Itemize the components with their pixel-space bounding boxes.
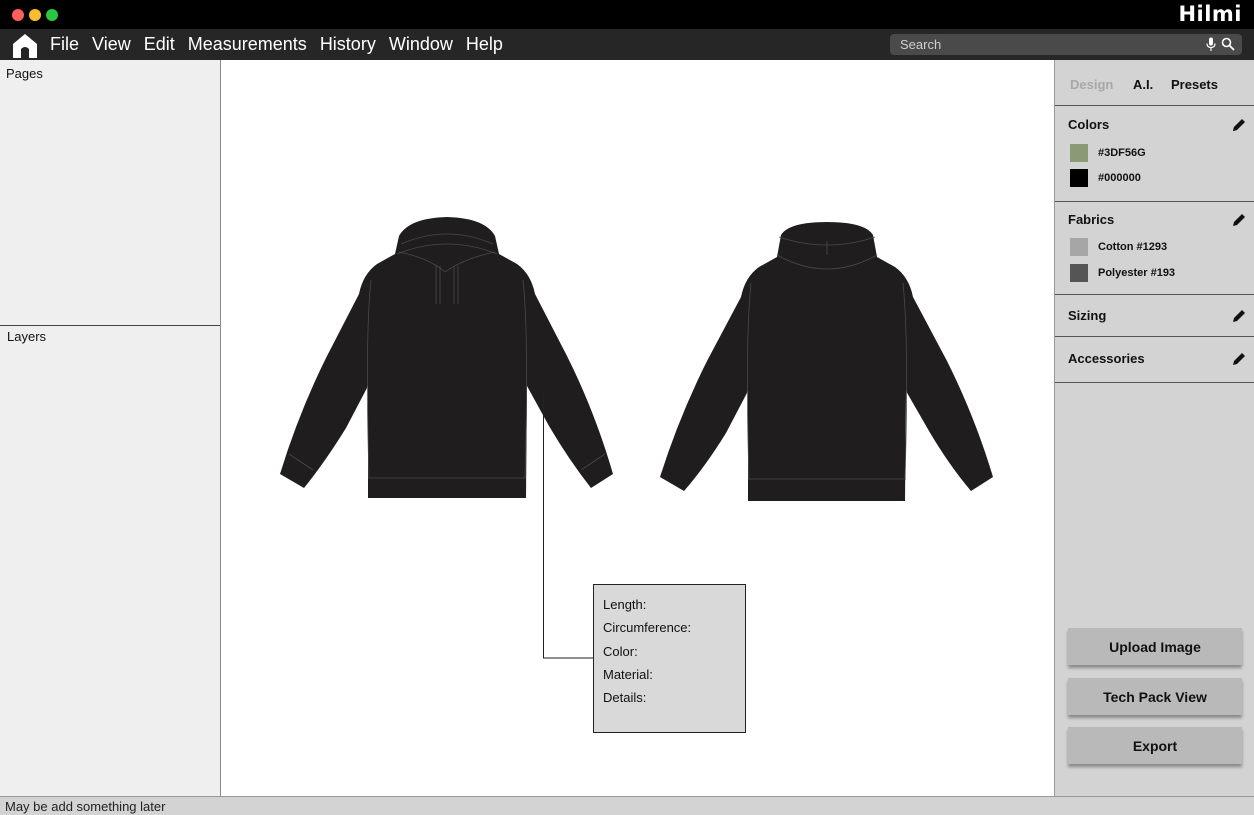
export-button[interactable]: Export [1068,727,1242,764]
fabric-swatch-row[interactable]: Cotton #1293 [1070,238,1167,256]
menu-view[interactable]: View [92,34,131,55]
edit-colors-pencil-icon[interactable] [1231,117,1247,133]
menu-help[interactable]: Help [466,34,503,55]
search-input[interactable] [890,34,1200,55]
fabric-swatch[interactable] [1070,264,1088,282]
menu-history[interactable]: History [320,34,376,55]
fabric-swatch-row[interactable]: Polyester #193 [1070,264,1175,282]
menu-file[interactable]: File [50,34,79,55]
accessories-section[interactable]: Accessories [1055,337,1254,383]
fabrics-section: Fabrics Cotton #1293 Polyester #193 [1055,202,1254,295]
color-swatch-row[interactable]: #000000 [1070,169,1141,187]
title-bar: Hilmi [0,0,1254,29]
info-material-label: Material: [603,666,653,682]
accessories-section-title: Accessories [1068,351,1145,366]
fabrics-section-title: Fabrics [1068,212,1115,227]
info-color-label: Color: [603,643,638,659]
color-swatch-label: #000000 [1098,172,1141,184]
tab-design[interactable]: Design [1070,77,1113,92]
upload-image-button[interactable]: Upload Image [1068,628,1242,665]
fabric-swatch[interactable] [1070,238,1088,256]
menu-measurements[interactable]: Measurements [188,34,307,55]
window-maximize-button[interactable] [46,9,58,21]
tab-presets[interactable]: Presets [1171,77,1218,92]
window-close-button[interactable] [12,9,24,21]
menu-edit[interactable]: Edit [144,34,175,55]
color-swatch[interactable] [1070,144,1088,162]
search-box [890,34,1242,55]
edit-sizing-pencil-icon[interactable] [1231,308,1247,324]
colors-section: Colors #3DF56G #000000 [1055,106,1254,202]
fabric-swatch-label: Polyester #193 [1098,267,1176,279]
hoodie-back-drawing[interactable] [659,221,995,503]
left-sidebar: Pages Layers [0,60,221,796]
layers-panel-title: Layers [7,329,47,344]
color-swatch[interactable] [1070,169,1088,187]
fabric-swatch-label: Cotton #1293 [1098,241,1168,253]
pages-panel-title: Pages [6,66,43,81]
design-canvas[interactable]: Length: Circumference: Color: Material: … [221,60,1054,796]
color-swatch-row[interactable]: #3DF56G [1070,144,1146,162]
edit-accessories-pencil-icon[interactable] [1231,351,1247,367]
menu-bar: File View Edit Measurements History Wind… [0,29,1254,60]
sidebar-divider [0,325,220,326]
panel-tabs: Design A.I. Presets [1055,60,1254,106]
window-minimize-button[interactable] [29,9,41,21]
info-circumference-label: Circumference: [603,620,692,636]
right-properties-panel: Design A.I. Presets Colors #3DF56G #0000… [1054,60,1254,796]
edit-fabrics-pencil-icon[interactable] [1231,212,1247,228]
menu-items: File View Edit Measurements History Wind… [50,29,516,60]
menu-window[interactable]: Window [389,34,453,55]
home-icon[interactable] [11,31,39,59]
info-details-label: Details: [603,690,647,706]
app-brand-logo: Hilmi [1178,2,1242,26]
sizing-section-title: Sizing [1068,308,1107,323]
status-bar: May be add something later [0,796,1254,815]
sizing-section[interactable]: Sizing [1055,295,1254,337]
magnifier-icon[interactable] [1221,37,1235,51]
colors-section-title: Colors [1068,117,1110,132]
color-swatch-label: #3DF56G [1098,147,1146,159]
tech-pack-view-button[interactable]: Tech Pack View [1068,678,1242,715]
measurement-info-box[interactable]: Length: Circumference: Color: Material: … [593,584,746,733]
microphone-icon[interactable] [1206,37,1216,52]
info-length-label: Length: [603,597,647,612]
status-text: May be add something later [5,799,166,814]
callout-connector-line [543,394,595,659]
tab-ai[interactable]: A.I. [1133,77,1153,92]
